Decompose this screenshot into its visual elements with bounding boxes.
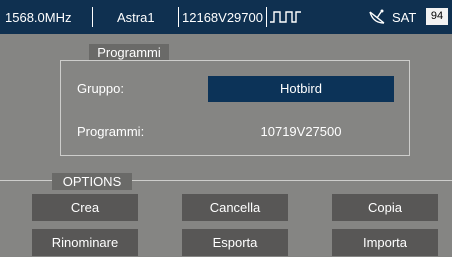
copia-button[interactable]: Copia xyxy=(332,194,438,221)
status-separator xyxy=(266,7,267,27)
esporta-button[interactable]: Esporta xyxy=(182,229,288,256)
status-separator xyxy=(178,7,179,27)
meter-screen: 1568.0MHz Astra1 12168V29700 SAT 94 Prog… xyxy=(0,0,452,257)
transponder-readout: 12168V29700 xyxy=(182,10,263,25)
status-bar: 1568.0MHz Astra1 12168V29700 SAT 94 xyxy=(0,0,452,34)
rinominare-button[interactable]: Rinominare xyxy=(32,229,138,256)
programmi-panel xyxy=(60,60,410,156)
importa-button[interactable]: Importa xyxy=(332,229,438,256)
status-separator xyxy=(92,7,93,27)
gruppo-selector[interactable]: Hotbird xyxy=(208,76,394,102)
gruppo-label: Gruppo: xyxy=(77,81,124,96)
mode-indicator: SAT xyxy=(392,10,417,25)
signal-level-badge: 94 xyxy=(426,8,448,25)
satellite-dish-icon xyxy=(369,9,385,24)
frequency-readout: 1568.0MHz xyxy=(5,10,72,25)
options-section-title: OPTIONS xyxy=(52,173,132,190)
square-wave-icon xyxy=(270,11,301,23)
programmi-section-title: Programmi xyxy=(89,44,169,61)
programmi-value[interactable]: 10719V27500 xyxy=(208,124,394,140)
programmi-label: Programmi: xyxy=(77,124,145,139)
cancella-button[interactable]: Cancella xyxy=(182,194,288,221)
satellite-name: Astra1 xyxy=(117,10,155,25)
crea-button[interactable]: Crea xyxy=(32,194,138,221)
